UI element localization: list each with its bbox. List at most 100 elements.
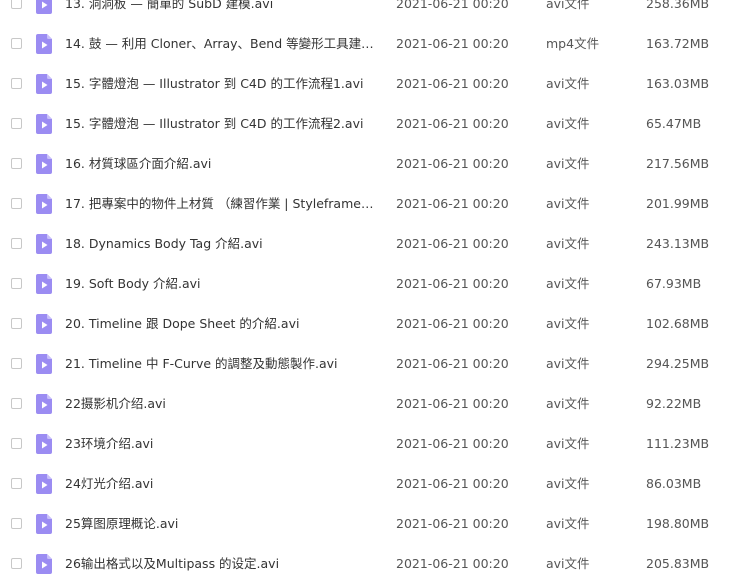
file-size: 201.99MB — [646, 196, 710, 211]
file-type: avi文件 — [546, 0, 590, 11]
row-checkbox[interactable] — [11, 478, 22, 489]
file-size: 205.83MB — [646, 556, 710, 571]
file-date: 2021-06-21 00:20 — [396, 276, 509, 291]
row-checkbox[interactable] — [11, 278, 22, 289]
file-row[interactable]: 21. Timeline 中 F-Curve 的調整及動態製作.avi 2021… — [0, 344, 755, 384]
file-name[interactable]: 18. Dynamics Body Tag 介紹.avi — [65, 235, 383, 253]
file-type: avi文件 — [546, 76, 590, 91]
file-size: 163.03MB — [646, 76, 710, 91]
row-checkbox[interactable] — [11, 118, 22, 129]
file-size: 198.80MB — [646, 516, 710, 531]
file-name[interactable]: 19. Soft Body 介紹.avi — [65, 275, 383, 293]
file-date: 2021-06-21 00:20 — [396, 556, 509, 571]
file-type: avi文件 — [546, 436, 590, 451]
file-row[interactable]: 17. 把專案中的物件上材質 （練習作業 | Styleframe製作... 2… — [0, 184, 755, 224]
video-file-icon — [36, 314, 52, 334]
row-checkbox[interactable] — [11, 158, 22, 169]
file-row[interactable]: 13. 洞洞板 — 簡單的 SubD 建模.avi 2021-06-21 00:… — [0, 0, 755, 24]
file-type: avi文件 — [546, 316, 590, 331]
file-size: 65.47MB — [646, 116, 702, 131]
file-date: 2021-06-21 00:20 — [396, 516, 509, 531]
file-row[interactable]: 15. 字體燈泡 — Illustrator 到 C4D 的工作流程1.avi … — [0, 64, 755, 104]
video-file-icon — [36, 274, 52, 294]
file-name[interactable]: 17. 把專案中的物件上材質 （練習作業 | Styleframe製作... — [65, 195, 383, 213]
file-row[interactable]: 16. 材質球區介面介紹.avi 2021-06-21 00:20 avi文件 … — [0, 144, 755, 184]
row-checkbox[interactable] — [11, 518, 22, 529]
video-file-icon — [36, 514, 52, 534]
video-file-icon — [36, 74, 52, 94]
file-size: 163.72MB — [646, 36, 710, 51]
row-checkbox[interactable] — [11, 38, 22, 49]
video-file-icon — [36, 234, 52, 254]
video-file-icon — [36, 554, 52, 574]
file-name[interactable]: 20. Timeline 跟 Dope Sheet 的介紹.avi — [65, 315, 383, 333]
video-file-icon — [36, 154, 52, 174]
file-name[interactable]: 15. 字體燈泡 — Illustrator 到 C4D 的工作流程2.avi — [65, 115, 383, 133]
file-size: 67.93MB — [646, 276, 702, 291]
row-checkbox[interactable] — [11, 238, 22, 249]
file-size: 217.56MB — [646, 156, 710, 171]
file-size: 258.36MB — [646, 0, 710, 11]
file-row[interactable]: 18. Dynamics Body Tag 介紹.avi 2021-06-21 … — [0, 224, 755, 264]
file-row[interactable]: 14. 鼓 — 利用 Cloner、Array、Bend 等變形工具建模... … — [0, 24, 755, 64]
file-name[interactable]: 26输出格式以及Multipass 的设定.avi — [65, 555, 383, 573]
file-row[interactable]: 23环境介绍.avi 2021-06-21 00:20 avi文件 111.23… — [0, 424, 755, 464]
file-name[interactable]: 13. 洞洞板 — 簡單的 SubD 建模.avi — [65, 0, 383, 13]
file-row[interactable]: 26输出格式以及Multipass 的设定.avi 2021-06-21 00:… — [0, 544, 755, 584]
file-date: 2021-06-21 00:20 — [396, 0, 509, 11]
row-checkbox[interactable] — [11, 318, 22, 329]
row-checkbox[interactable] — [11, 398, 22, 409]
file-name[interactable]: 25算图原理概论.avi — [65, 515, 383, 533]
row-checkbox[interactable] — [11, 438, 22, 449]
file-name[interactable]: 14. 鼓 — 利用 Cloner、Array、Bend 等變形工具建模... — [65, 35, 383, 53]
file-date: 2021-06-21 00:20 — [396, 156, 509, 171]
video-file-icon — [36, 114, 52, 134]
file-size: 294.25MB — [646, 356, 710, 371]
file-name[interactable]: 21. Timeline 中 F-Curve 的調整及動態製作.avi — [65, 355, 383, 373]
file-row[interactable]: 20. Timeline 跟 Dope Sheet 的介紹.avi 2021-0… — [0, 304, 755, 344]
file-row[interactable]: 15. 字體燈泡 — Illustrator 到 C4D 的工作流程2.avi … — [0, 104, 755, 144]
file-date: 2021-06-21 00:20 — [396, 316, 509, 331]
file-date: 2021-06-21 00:20 — [396, 236, 509, 251]
file-name[interactable]: 16. 材質球區介面介紹.avi — [65, 155, 383, 173]
file-date: 2021-06-21 00:20 — [396, 36, 509, 51]
row-checkbox[interactable] — [11, 358, 22, 369]
video-file-icon — [36, 0, 52, 14]
video-file-icon — [36, 194, 52, 214]
file-size: 102.68MB — [646, 316, 710, 331]
file-name[interactable]: 22摄影机介绍.avi — [65, 395, 383, 413]
file-type: avi文件 — [546, 236, 590, 251]
file-size: 111.23MB — [646, 436, 710, 451]
file-type: mp4文件 — [546, 36, 600, 51]
video-file-icon — [36, 394, 52, 414]
file-date: 2021-06-21 00:20 — [396, 396, 509, 411]
file-date: 2021-06-21 00:20 — [396, 196, 509, 211]
row-checkbox[interactable] — [11, 78, 22, 89]
file-date: 2021-06-21 00:20 — [396, 356, 509, 371]
file-size: 243.13MB — [646, 236, 710, 251]
row-checkbox[interactable] — [11, 558, 22, 569]
row-checkbox[interactable] — [11, 0, 22, 9]
row-checkbox[interactable] — [11, 198, 22, 209]
file-row[interactable]: 22摄影机介绍.avi 2021-06-21 00:20 avi文件 92.22… — [0, 384, 755, 424]
file-type: avi文件 — [546, 116, 590, 131]
file-name[interactable]: 23环境介绍.avi — [65, 435, 383, 453]
video-file-icon — [36, 354, 52, 374]
file-type: avi文件 — [546, 156, 590, 171]
file-name[interactable]: 15. 字體燈泡 — Illustrator 到 C4D 的工作流程1.avi — [65, 75, 383, 93]
file-size: 92.22MB — [646, 396, 702, 411]
file-name[interactable]: 24灯光介绍.avi — [65, 475, 383, 493]
file-type: avi文件 — [546, 396, 590, 411]
file-row[interactable]: 25算图原理概论.avi 2021-06-21 00:20 avi文件 198.… — [0, 504, 755, 544]
file-date: 2021-06-21 00:20 — [396, 436, 509, 451]
file-type: avi文件 — [546, 556, 590, 571]
file-row[interactable]: 24灯光介绍.avi 2021-06-21 00:20 avi文件 86.03M… — [0, 464, 755, 504]
file-date: 2021-06-21 00:20 — [396, 476, 509, 491]
file-type: avi文件 — [546, 196, 590, 211]
file-row[interactable]: 19. Soft Body 介紹.avi 2021-06-21 00:20 av… — [0, 264, 755, 304]
file-type: avi文件 — [546, 276, 590, 291]
file-type: avi文件 — [546, 356, 590, 371]
video-file-icon — [36, 434, 52, 454]
file-type: avi文件 — [546, 476, 590, 491]
video-file-icon — [36, 474, 52, 494]
